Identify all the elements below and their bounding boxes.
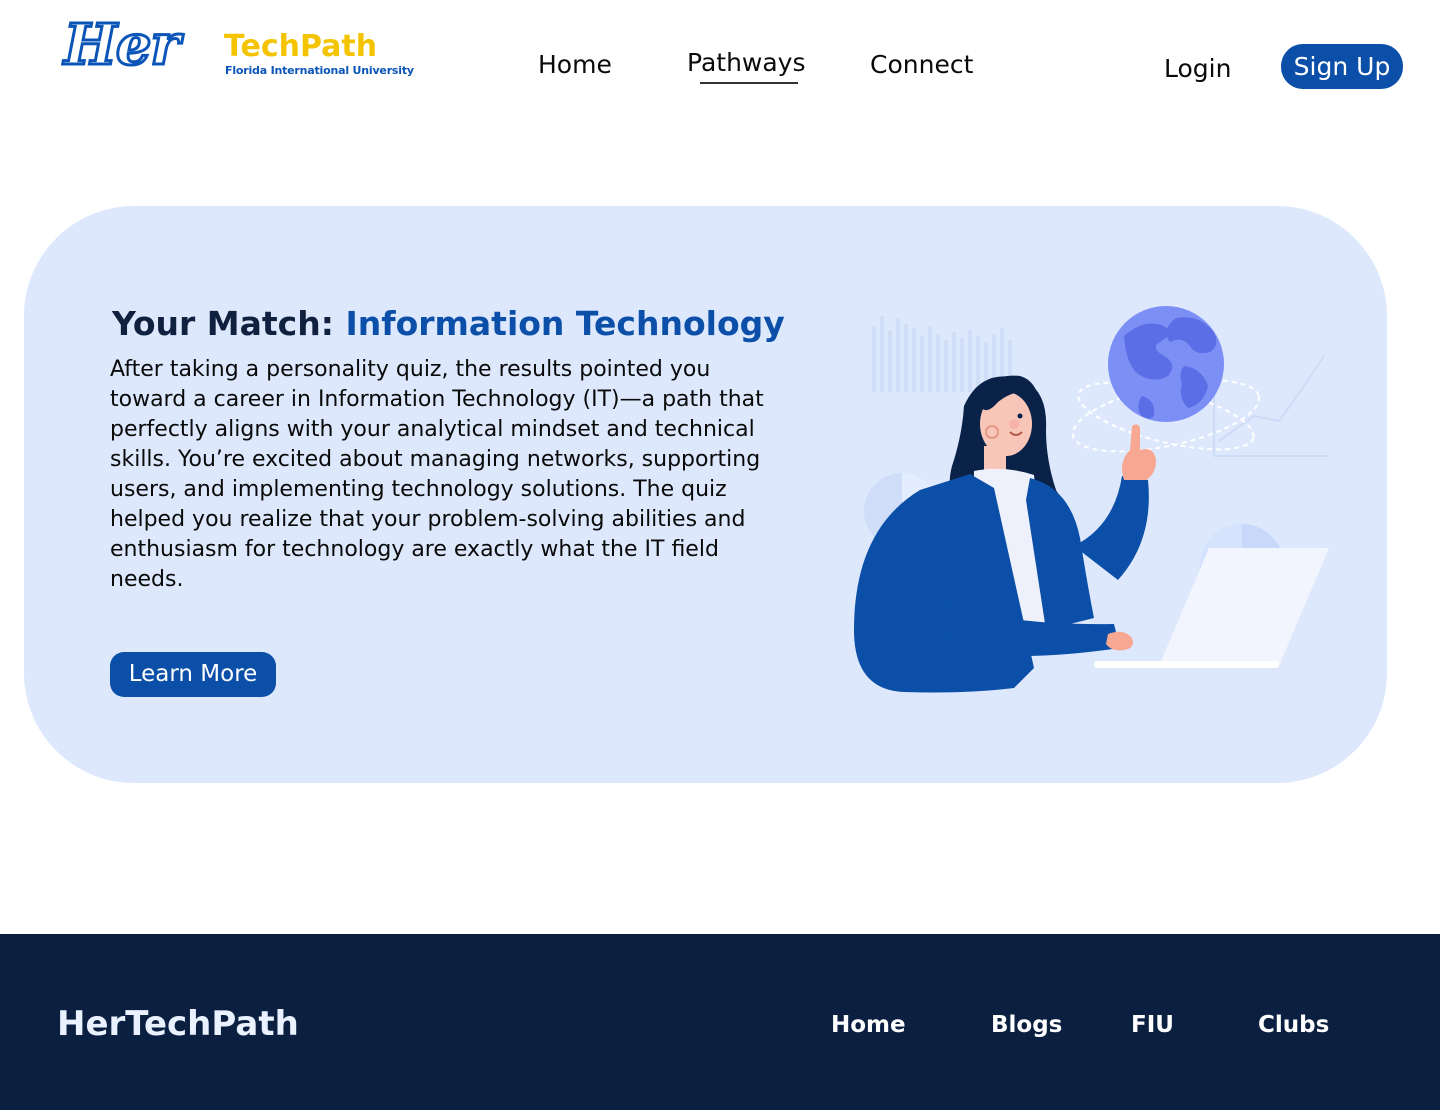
learn-more-button[interactable]: Learn More xyxy=(110,652,276,697)
woman-figure xyxy=(854,375,1156,693)
footer-brand[interactable]: HerTechPath xyxy=(57,1004,299,1044)
logo-script-her: Her xyxy=(62,11,181,80)
match-title-prefix: Your Match: xyxy=(112,304,334,343)
signup-button[interactable]: Sign Up xyxy=(1281,44,1403,89)
background-line-chart-decoration xyxy=(1213,341,1329,457)
nav-home-link[interactable]: Home xyxy=(538,50,612,80)
match-title: Your Match: Information Technology xyxy=(112,304,785,344)
footer-blogs-link[interactable]: Blogs xyxy=(991,1010,1062,1040)
footer-fiu-link[interactable]: FIU xyxy=(1131,1010,1174,1040)
site-footer: HerTechPath Home Blogs FIU Clubs xyxy=(0,934,1440,1110)
nav-connect-link[interactable]: Connect xyxy=(870,50,973,80)
footer-home-link[interactable]: Home xyxy=(831,1010,906,1040)
match-career-name: Information Technology xyxy=(345,304,785,343)
active-nav-indicator xyxy=(700,82,798,84)
logo-subtitle: Florida International University xyxy=(225,64,414,77)
footer-clubs-link[interactable]: Clubs xyxy=(1258,1010,1329,1040)
site-logo[interactable]: Her TechPath Florida International Unive… xyxy=(62,10,414,86)
globe-icon xyxy=(1108,306,1224,422)
login-link[interactable]: Login xyxy=(1164,54,1231,84)
woman-with-globe-illustration xyxy=(854,306,1329,693)
match-result-card: Your Match: Information Technology After… xyxy=(24,206,1387,783)
logo-techpath: TechPath xyxy=(224,29,378,64)
laptop-icon xyxy=(1094,548,1329,668)
nav-pathways-link[interactable]: Pathways xyxy=(687,48,806,78)
match-description: After taking a personality quiz, the res… xyxy=(110,357,764,592)
